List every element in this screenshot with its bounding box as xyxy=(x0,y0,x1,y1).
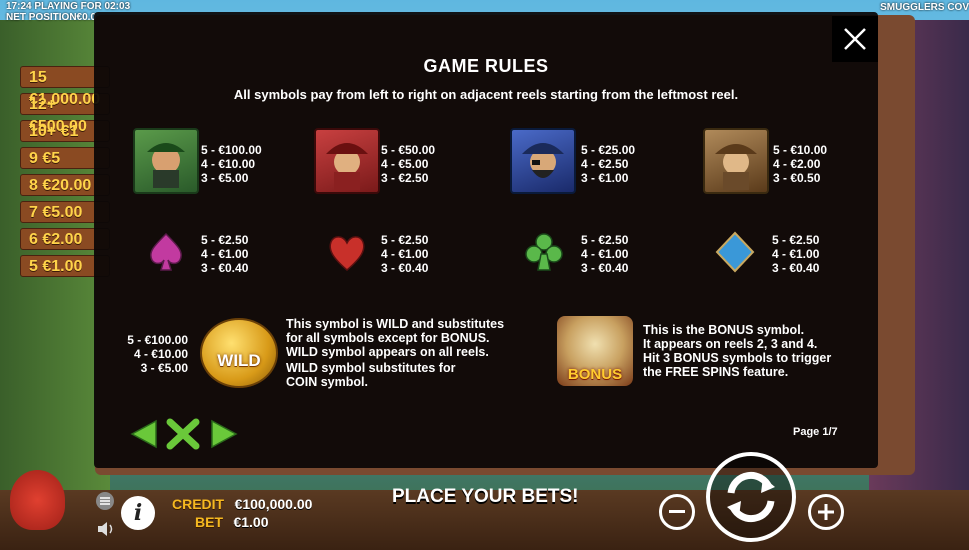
desc-line: This is the BONUS symbol. xyxy=(643,323,805,337)
pay-line: 5 - €10.00 xyxy=(773,143,828,157)
desc-line: the FREE SPINS feature. xyxy=(643,365,789,379)
desc-line: COIN symbol. xyxy=(286,375,368,389)
desc-line: WILD symbol substitutes for xyxy=(286,361,456,375)
place-bets-message: PLACE YOUR BETS! xyxy=(392,486,579,507)
paytable-club: 5 - €2.50 4 - €1.00 3 - €0.40 xyxy=(581,233,628,275)
heart-icon xyxy=(325,230,369,274)
pay-line: 3 - €2.50 xyxy=(381,171,429,185)
pay-line: 3 - €0.40 xyxy=(381,261,429,275)
credit-label: CREDIT xyxy=(172,496,225,512)
desc-line: This symbol is WILD and substitutes xyxy=(286,317,505,331)
pay-line: 4 - €10.00 xyxy=(201,157,256,171)
spin-button[interactable] xyxy=(706,452,796,542)
pay-line: 4 - €10.00 xyxy=(133,347,188,361)
paytable-blue-pirate: 5 - €25.00 4 - €2.50 3 - €1.00 xyxy=(581,143,635,185)
diamond-icon xyxy=(713,230,757,274)
pay-line: 4 - €1.00 xyxy=(772,247,820,261)
blue-pirate-symbol xyxy=(510,128,576,194)
pay-line: 5 - €100.00 xyxy=(127,333,188,347)
paytable-wild: 5 - €100.00 4 - €10.00 3 - €5.00 xyxy=(118,333,188,375)
plus-icon xyxy=(818,504,834,520)
paytable-diamond: 5 - €2.50 4 - €1.00 3 - €0.40 xyxy=(772,233,819,275)
pay-line: 4 - €1.00 xyxy=(581,247,629,261)
pay-line: 3 - €5.00 xyxy=(201,171,249,185)
brown-pirate-symbol xyxy=(703,128,769,194)
pay-line: 3 - €0.50 xyxy=(773,171,821,185)
wild-description: This symbol is WILD and substitutes for … xyxy=(286,317,504,389)
menu-icon xyxy=(100,497,110,505)
pay-line: 3 - €5.00 xyxy=(140,361,188,375)
pay-line: 4 - €1.00 xyxy=(201,247,249,261)
minus-icon xyxy=(669,510,685,513)
credit-display: CREDIT €100,000.00 xyxy=(172,496,312,514)
pay-line: 4 - €5.00 xyxy=(381,157,429,171)
spade-icon xyxy=(144,230,188,274)
wild-coin-symbol: WILD xyxy=(200,318,278,388)
paytable-heart: 5 - €2.50 4 - €1.00 3 - €0.40 xyxy=(381,233,428,275)
modal-title: GAME RULES xyxy=(423,56,549,76)
session-time: 17:24 PLAYING FOR 02:03 xyxy=(6,1,131,12)
bonus-description: This is the BONUS symbol. It appears on … xyxy=(643,323,831,379)
pay-line: 5 - €2.50 xyxy=(581,233,629,247)
spin-arrows-icon xyxy=(727,471,775,523)
increase-bet-button[interactable] xyxy=(808,494,844,530)
pay-line: 5 - €2.50 xyxy=(381,233,429,247)
arrow-left-icon xyxy=(130,419,157,449)
info-button[interactable]: i xyxy=(121,496,155,530)
pay-line: 5 - €25.00 xyxy=(581,143,636,157)
pay-line: 3 - €1.00 xyxy=(581,171,629,185)
red-captain-symbol xyxy=(314,128,380,194)
pay-line: 5 - €2.50 xyxy=(201,233,249,247)
wild-label: WILD xyxy=(217,351,261,370)
next-page-button[interactable] xyxy=(208,418,240,450)
bet-label: BET xyxy=(195,514,223,530)
paytable-spade: 5 - €2.50 4 - €1.00 3 - €0.40 xyxy=(201,233,248,275)
pay-line: 5 - €2.50 xyxy=(772,233,820,247)
previous-page-button[interactable] xyxy=(128,418,160,450)
pay-line: 4 - €2.00 xyxy=(773,157,821,171)
paytable-green-pirate: 5 - €100.00 4 - €10.00 3 - €5.00 xyxy=(201,143,262,185)
pay-line: 4 - €1.00 xyxy=(381,247,429,261)
desc-line: for all symbols except for BONUS. xyxy=(286,331,490,345)
x-icon xyxy=(166,418,200,450)
pay-line: 5 - €50.00 xyxy=(381,143,436,157)
bonus-skull-symbol: BONUS xyxy=(557,316,633,386)
close-button[interactable] xyxy=(832,16,878,62)
pay-line: 4 - €2.50 xyxy=(581,157,629,171)
paytable-red-captain: 5 - €50.00 4 - €5.00 3 - €2.50 xyxy=(381,143,435,185)
desc-line: Hit 3 BONUS symbols to trigger xyxy=(643,351,832,365)
club-icon xyxy=(522,230,566,274)
game-title: SMUGGLERS COV xyxy=(880,2,969,13)
bet-value: €1.00 xyxy=(233,514,269,530)
close-icon xyxy=(844,28,866,50)
green-pirate-symbol xyxy=(133,128,199,194)
close-rules-button[interactable] xyxy=(166,418,200,450)
paytable-brown-pirate: 5 - €10.00 4 - €2.00 3 - €0.50 xyxy=(773,143,827,185)
info-icon: i xyxy=(133,500,143,526)
decrease-bet-button[interactable] xyxy=(659,494,695,530)
arrow-right-icon xyxy=(211,419,238,449)
credit-value: €100,000.00 xyxy=(234,496,313,512)
bet-display: BET €1.00 xyxy=(195,514,269,532)
pay-line: 3 - €0.40 xyxy=(581,261,629,275)
pay-line: 3 - €0.40 xyxy=(772,261,820,275)
page-indicator: Page 1/7 xyxy=(793,426,838,438)
desc-line: WILD symbol appears on all reels. xyxy=(286,345,489,359)
menu-button[interactable] xyxy=(96,492,114,510)
rules-intro: All symbols pay from left to right on ad… xyxy=(233,87,739,102)
pay-line: 3 - €0.40 xyxy=(201,261,249,275)
speaker-icon xyxy=(98,522,113,536)
bonus-label: BONUS xyxy=(567,366,623,383)
desc-line: It appears on reels 2, 3 and 4. xyxy=(643,337,818,351)
sound-button[interactable] xyxy=(97,521,115,542)
pay-line: 5 - €100.00 xyxy=(201,143,262,157)
crab-mascot-icon xyxy=(10,470,65,530)
